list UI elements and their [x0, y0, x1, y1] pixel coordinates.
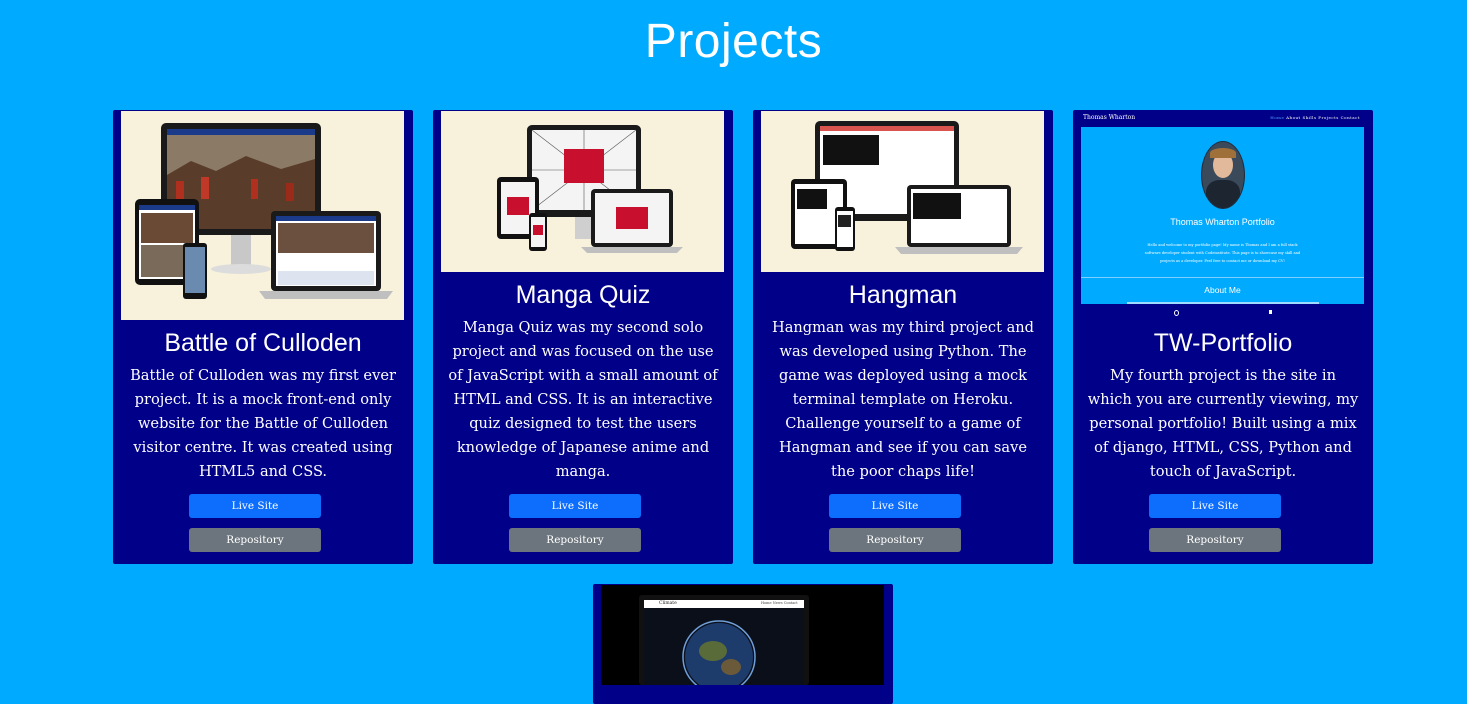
live-site-button[interactable]: Live Site [189, 494, 321, 518]
preview-nav-projects: Projects [1318, 115, 1339, 120]
preview-brand: Thomas Wharton [1083, 114, 1136, 121]
preview-nav-news: News [772, 601, 783, 605]
project-screenshot [761, 111, 1044, 272]
preview-brand: Climate [659, 601, 677, 606]
project-title: Hangman [848, 281, 958, 309]
project-title: Battle of Culloden [164, 329, 362, 357]
project-title: Manga Quiz [515, 281, 651, 309]
repository-button[interactable]: Repository [829, 528, 961, 552]
live-site-button[interactable]: Live Site [509, 494, 641, 518]
repository-button[interactable]: Repository [189, 528, 321, 552]
project-card-culloden: Battle of Culloden Battle of Culloden wa… [113, 110, 413, 564]
repository-button[interactable]: Repository [1149, 528, 1281, 552]
project-card-manga-quiz: Manga Quiz Manga Quiz was my second solo… [433, 110, 733, 564]
project-description: Hangman was my third project and was dev… [771, 319, 1035, 480]
project-screenshot [441, 111, 724, 272]
preview-intro: Hello and welcome to my portfolio page! … [1144, 243, 1301, 263]
project-title: TW-Portfolio [1153, 329, 1293, 357]
preview-nav-home: Home [1270, 115, 1285, 120]
project-screenshot: Thomas Wharton Home About Skills Project… [1081, 111, 1364, 320]
preview-heading: Thomas Wharton Portfolio [1170, 217, 1275, 227]
avatar [1201, 141, 1245, 209]
project-description: My fourth project is the site in which y… [1087, 367, 1359, 480]
repository-button[interactable]: Repository [509, 528, 641, 552]
preview-nav-about: About [1286, 115, 1301, 120]
project-description: Manga Quiz was my second solo project an… [448, 319, 718, 480]
preview-nav-contact: Contact [1340, 115, 1360, 120]
preview-nav-skills: Skills [1302, 115, 1317, 120]
preview-nav-contact: Contact [783, 601, 798, 605]
live-site-button[interactable]: Live Site [1149, 494, 1281, 518]
project-description: Battle of Culloden was my first ever pro… [130, 367, 396, 480]
project-card-hangman: Hangman Hangman was my third project and… [753, 110, 1053, 564]
live-site-button[interactable]: Live Site [829, 494, 961, 518]
page-title: Projects [644, 15, 823, 68]
project-card-climate: Climate Home News Contact [593, 584, 893, 704]
project-screenshot [121, 111, 404, 320]
project-card-tw-portfolio: Thomas Wharton Home About Skills Project… [1073, 110, 1373, 564]
preview-nav-home: Home [761, 601, 772, 605]
preview-about-heading: About Me [1204, 285, 1241, 295]
project-screenshot: Climate Home News Contact [601, 585, 884, 685]
